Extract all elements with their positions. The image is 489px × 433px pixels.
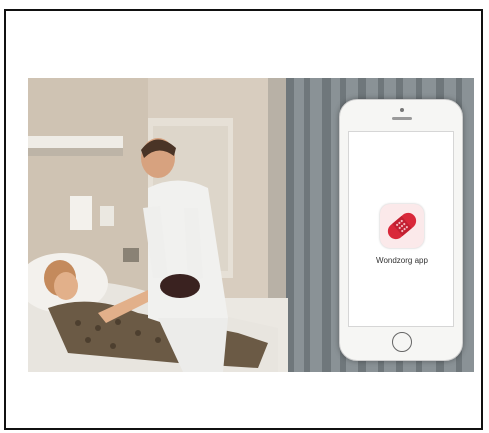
home-button[interactable] xyxy=(392,332,412,352)
camera-icon xyxy=(400,108,404,112)
bandage-icon[interactable] xyxy=(380,204,424,248)
smartphone: Wondzorg app xyxy=(339,99,463,361)
speaker-grille xyxy=(392,117,412,120)
bandage-icon-graphic xyxy=(387,212,417,240)
app-label[interactable]: Wondzorg app xyxy=(349,256,455,265)
phone-screen: Wondzorg app xyxy=(348,131,454,327)
